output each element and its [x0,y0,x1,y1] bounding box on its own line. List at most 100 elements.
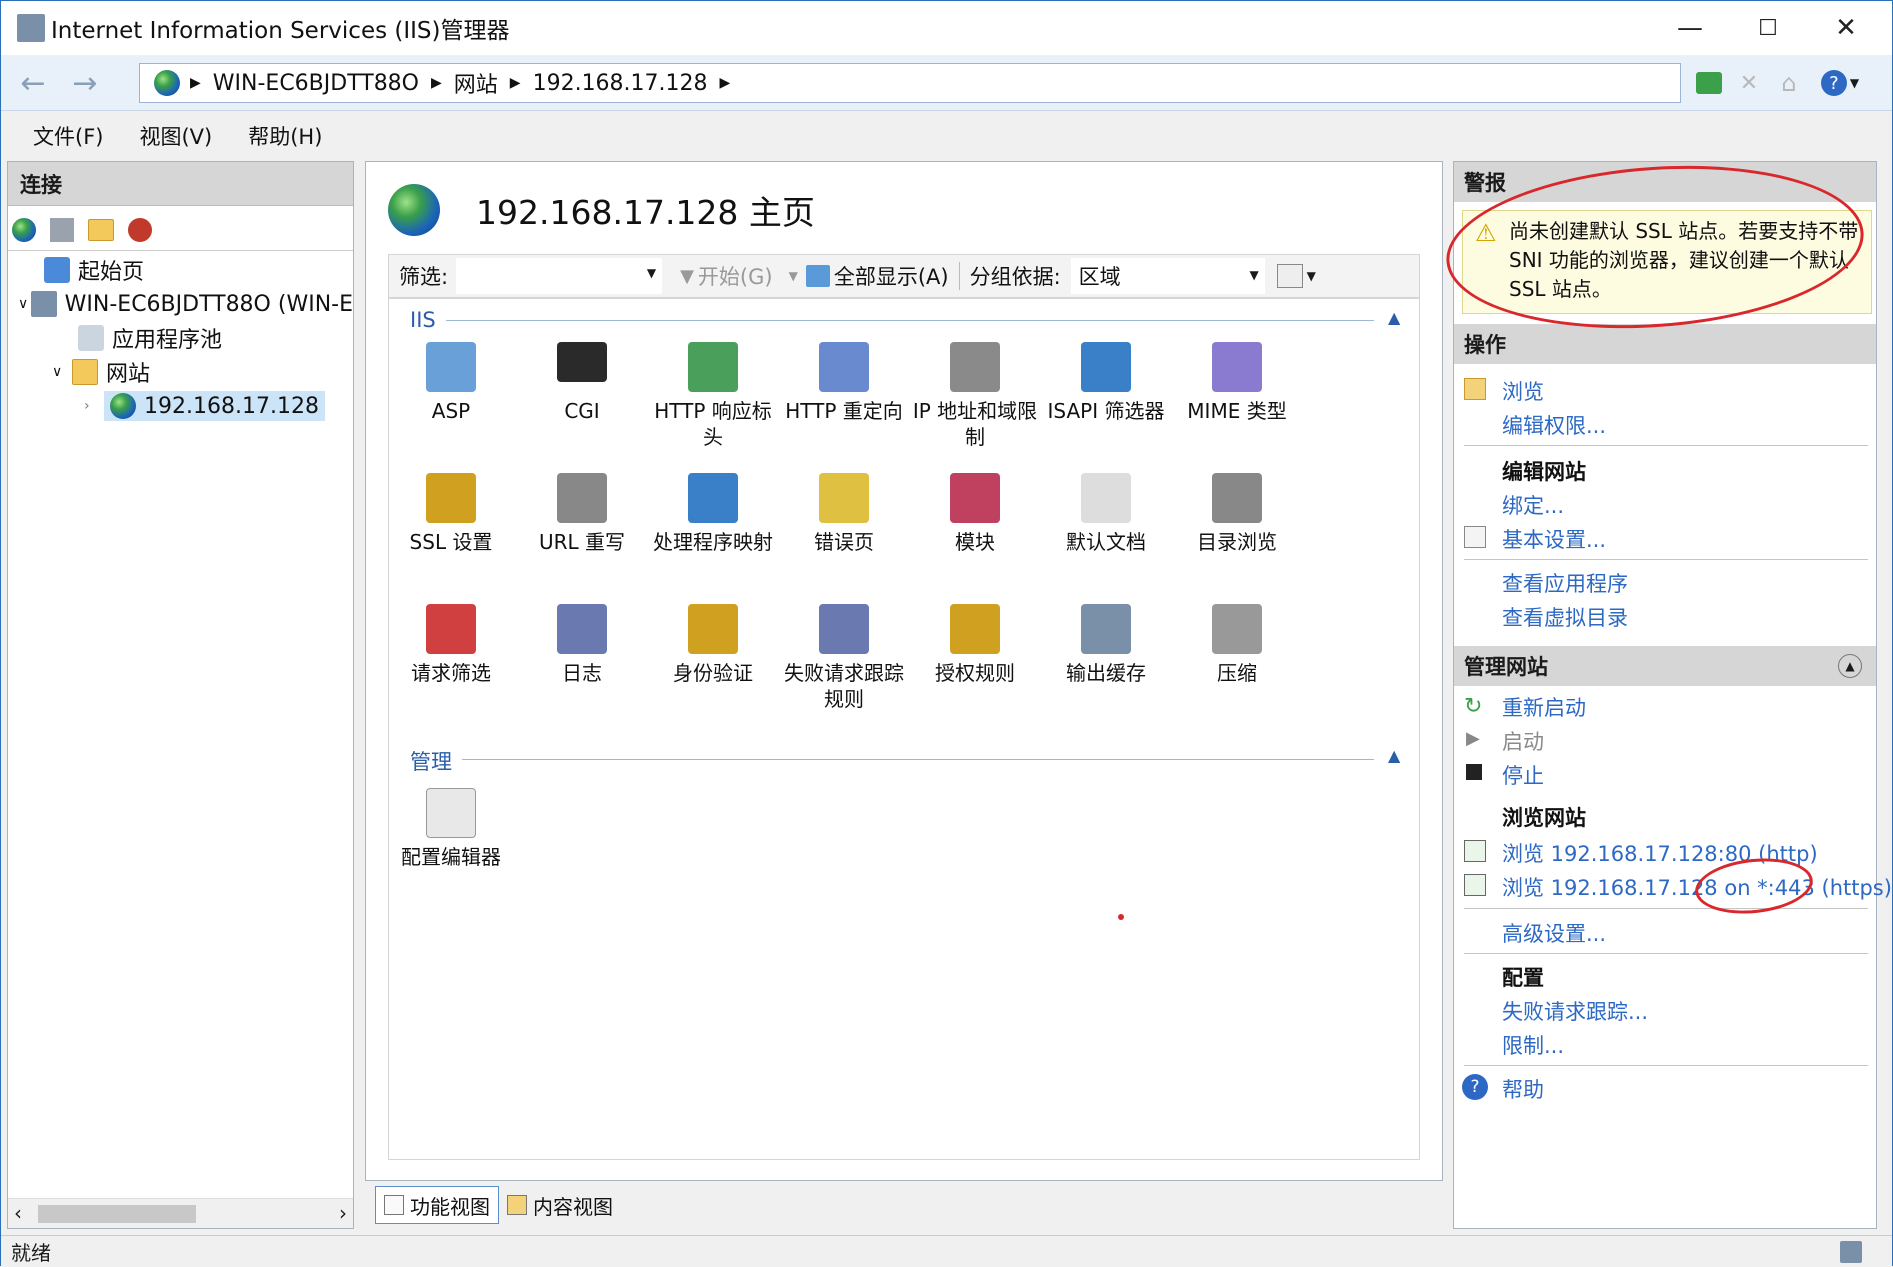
globe-icon [154,70,180,96]
feature-item[interactable]: ISAPI 筛选器 [1043,342,1169,424]
basic-settings-link[interactable]: 基本设置... [1502,524,1606,554]
up-folder-icon[interactable] [88,219,114,241]
group-by-select[interactable]: 区域 ▼ [1070,258,1265,294]
feature-item[interactable]: 失败请求跟踪规则 [781,604,907,712]
disconnect-icon[interactable] [128,218,152,242]
tab-label: 内容视图 [533,1194,613,1219]
scroll-thumb[interactable] [38,1205,196,1223]
feature-item[interactable]: 授权规则 [912,604,1038,686]
feature-configuration-editor[interactable]: 配置编辑器 [388,788,514,870]
back-arrow-icon[interactable]: ← [11,65,55,101]
http-headers-icon [688,342,738,392]
help-dropdown-icon[interactable]: ? ▼ [1815,65,1865,101]
browse-link[interactable]: 浏览 [1502,376,1544,406]
edit-permissions-link[interactable]: 编辑权限... [1502,410,1606,440]
failed-request-tracing-icon [819,604,869,654]
stop-icon[interactable]: ✕ [1731,65,1767,101]
iis-manager-window: Internet Information Services (IIS)管理器 —… [0,0,1893,1267]
scroll-left-icon[interactable]: ‹ [14,1201,22,1225]
breadcrumb[interactable]: ▶ WIN-EC6BJDTT88O ▶ 网站 ▶ 192.168.17.128 … [139,63,1681,103]
view-virtual-directories-link[interactable]: 查看虚拟目录 [1502,602,1628,632]
view-mode-icon[interactable] [1276,264,1303,288]
feature-item[interactable]: 处理程序映射 [650,473,776,555]
tree-item-start-page[interactable]: 起始页 [44,252,144,288]
filter-input[interactable]: ▼ [456,258,663,294]
dropdown-icon[interactable]: ▼ [789,269,798,283]
feature-label: URL 重写 [538,530,626,554]
help-link[interactable]: 帮助 [1502,1074,1544,1104]
advanced-settings-link[interactable]: 高级设置... [1502,918,1606,948]
feature-label: 失败请求跟踪规则 [784,661,904,711]
start-link[interactable]: 启动 [1502,726,1544,756]
close-button[interactable]: ✕ [1807,1,1885,55]
feature-item[interactable]: URL 重写 [519,473,645,555]
start-icon: ▶ [1466,728,1480,749]
feature-item[interactable]: 输出缓存 [1043,604,1169,686]
feature-item[interactable]: 模块 [912,473,1038,555]
maximize-button[interactable]: ☐ [1729,1,1807,55]
scroll-right-icon[interactable]: › [339,1201,347,1225]
feature-item[interactable]: 错误页 [781,473,907,555]
feature-label: 默认文档 [1066,530,1146,554]
save-icon[interactable] [50,218,74,242]
tree-item-site-selected[interactable]: › 192.168.17.128 [84,388,325,424]
collapse-icon[interactable]: ∨ [18,296,31,312]
tree-item-server[interactable]: ∨ WIN-EC6BJDTT88O (WIN-E [18,286,353,322]
breadcrumb-site[interactable]: 192.168.17.128 [533,71,708,96]
app-pools-icon [78,325,104,351]
breadcrumb-sites[interactable]: 网站 [454,67,498,99]
expand-icon[interactable]: › [84,398,104,414]
feature-item[interactable]: 请求筛选 [388,604,514,686]
tab-content-view[interactable]: 内容视图 [499,1186,621,1224]
browse-https-link[interactable]: 浏览 192.168.17.128 on *:443 (https) [1502,872,1892,902]
error-pages-icon [819,473,869,523]
feature-item[interactable]: IP 地址和域限制 [912,342,1038,450]
view-mode-dropdown-icon[interactable]: ▼ [1307,269,1316,283]
collapse-group-icon[interactable]: ▲ [1388,308,1400,327]
failed-request-tracing-link[interactable]: 失败请求跟踪... [1502,996,1648,1026]
restart-link[interactable]: 重新启动 [1502,692,1586,722]
feature-item[interactable]: HTTP 响应标头 [650,342,776,450]
feature-item[interactable]: 日志 [519,604,645,686]
refresh-icon[interactable] [1691,65,1727,101]
collapse-section-icon[interactable]: ▲ [1838,654,1862,678]
feature-item[interactable]: SSL 设置 [388,473,514,555]
connect-icon[interactable] [12,218,36,242]
breadcrumb-server[interactable]: WIN-EC6BJDTT88O [213,71,419,96]
show-all-button[interactable]: 全部显示(A) [834,261,949,291]
feature-item[interactable]: 目录浏览 [1174,473,1300,555]
connections-scrollbar[interactable]: ‹ › [8,1198,353,1228]
collapse-icon[interactable]: ∨ [52,364,72,380]
bindings-link[interactable]: 绑定... [1502,490,1564,520]
breadcrumb-arrow-icon[interactable]: ▶ [720,75,731,91]
feature-item[interactable]: 默认文档 [1043,473,1169,555]
limits-link[interactable]: 限制... [1502,1030,1564,1060]
sites-folder-icon [72,359,98,385]
start-filter-button[interactable]: 开始(G) [698,261,773,291]
breadcrumb-arrow-icon[interactable]: ▶ [190,75,201,91]
stop-link[interactable]: 停止 [1502,760,1544,790]
breadcrumb-arrow-icon[interactable]: ▶ [431,75,442,91]
tree-item-app-pools[interactable]: 应用程序池 [78,320,222,356]
collapse-group-icon[interactable]: ▲ [1388,746,1400,765]
site-home-globe-icon [388,184,440,236]
feature-item[interactable]: MIME 类型 [1174,342,1300,424]
view-applications-link[interactable]: 查看应用程序 [1502,568,1628,598]
tab-features-view[interactable]: 功能视图 [375,1186,499,1224]
home-icon[interactable]: ⌂ [1771,65,1807,101]
forward-arrow-icon[interactable]: → [63,65,107,101]
menu-help[interactable]: 帮助(H) [248,121,322,151]
feature-item[interactable]: CGI [519,342,645,424]
feature-label: 处理程序映射 [653,530,773,554]
minimize-button[interactable]: — [1651,1,1729,55]
breadcrumb-arrow-icon[interactable]: ▶ [510,75,521,91]
menu-file[interactable]: 文件(F) [33,121,103,151]
feature-item[interactable]: 压缩 [1174,604,1300,686]
feature-item[interactable]: HTTP 重定向 [781,342,907,424]
page-title: 192.168.17.128 主页 [476,193,815,232]
feature-item[interactable]: ASP [388,342,514,424]
menu-view[interactable]: 视图(V) [139,121,212,151]
tree-item-sites[interactable]: ∨ 网站 [52,354,150,390]
browse-http-link[interactable]: 浏览 192.168.17.128:80 (http) [1502,838,1818,868]
feature-item[interactable]: 身份验证 [650,604,776,686]
